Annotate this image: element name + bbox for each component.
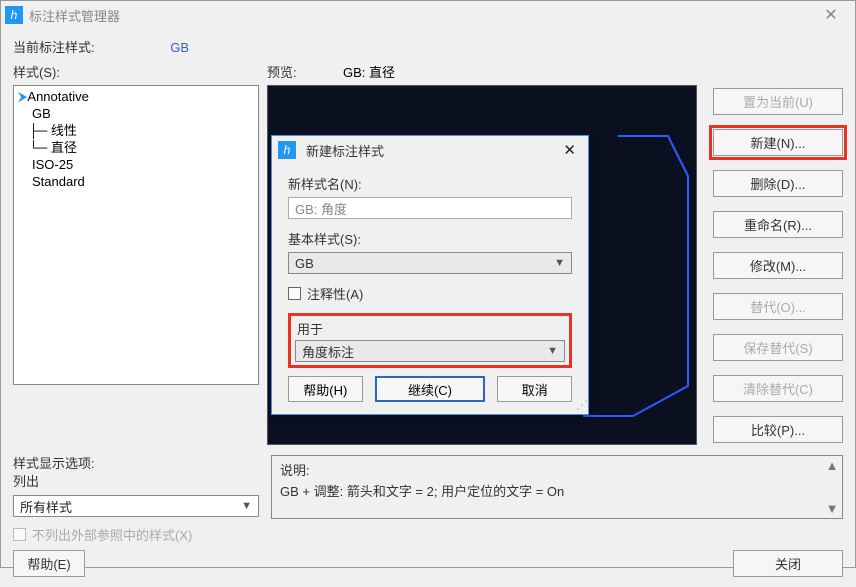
tree-item-standard[interactable]: Standard bbox=[18, 173, 254, 190]
annotative-label: 注释性(A) bbox=[307, 284, 363, 303]
highlight-used-for: 用于 角度标注 ▼ bbox=[288, 313, 572, 368]
window-title: 标注样式管理器 bbox=[29, 6, 811, 25]
dialog-title: 新建标注样式 bbox=[306, 141, 557, 160]
used-for-label: 用于 bbox=[297, 319, 563, 338]
scroll-down-icon[interactable]: ▼ bbox=[826, 501, 839, 516]
tree-item-annotative[interactable]: ⮞Annotative bbox=[18, 88, 254, 105]
titlebar: h 标注样式管理器 ✕ bbox=[1, 1, 855, 29]
description-text: GB + 调整: 箭头和文字 = 2; 用户定位的文字 = On bbox=[280, 481, 834, 500]
current-style-label: 当前标注样式: bbox=[13, 40, 95, 55]
cancel-button[interactable]: 取消 bbox=[497, 376, 572, 402]
app-icon: h bbox=[5, 6, 23, 24]
tree-item-gb[interactable]: GB bbox=[18, 105, 254, 122]
tree-item-iso25[interactable]: ISO-25 bbox=[18, 156, 254, 173]
dialog-titlebar: h 新建标注样式 ✕ bbox=[272, 136, 588, 164]
compare-button[interactable]: 比较(P)... bbox=[713, 416, 843, 443]
description-panel: 说明: GB + 调整: 箭头和文字 = 2; 用户定位的文字 = On ▲ ▼ bbox=[271, 455, 843, 519]
base-style-combo[interactable]: GB ▼ bbox=[288, 252, 572, 274]
styles-tree[interactable]: ⮞Annotative GB ├─ 线性 └─ 直径 ISO-25 Standa… bbox=[13, 85, 259, 385]
close-icon[interactable]: ✕ bbox=[811, 5, 851, 25]
new-name-input[interactable]: GB: 角度 bbox=[288, 197, 572, 219]
set-current-button[interactable]: 置为当前(U) bbox=[713, 88, 843, 115]
preview-label: 预览: bbox=[267, 62, 327, 81]
xref-checkbox-label: 不列出外部参照中的样式(X) bbox=[32, 525, 192, 544]
rename-button[interactable]: 重命名(R)... bbox=[713, 211, 843, 238]
resize-grip-icon[interactable]: ⋰ bbox=[576, 398, 586, 412]
override-button[interactable]: 替代(O)... bbox=[713, 293, 843, 320]
tree-item-gb-linear[interactable]: ├─ 线性 bbox=[18, 122, 254, 139]
new-name-label: 新样式名(N): bbox=[288, 174, 572, 193]
dimstyle-manager-window: h 标注样式管理器 ✕ 当前标注样式: GB 样式(S): ⮞Annotativ… bbox=[0, 0, 856, 568]
tree-item-gb-diameter[interactable]: └─ 直径 bbox=[18, 139, 254, 156]
modify-button[interactable]: 修改(M)... bbox=[713, 252, 843, 279]
chevron-down-icon: ▼ bbox=[241, 500, 252, 512]
close-button[interactable]: 关闭 bbox=[733, 550, 843, 577]
description-scroll[interactable]: ▲ ▼ bbox=[824, 458, 840, 516]
clear-override-button[interactable]: 清除替代(C) bbox=[713, 375, 843, 402]
list-filter-value: 所有样式 bbox=[20, 497, 72, 516]
annotative-checkbox[interactable] bbox=[288, 287, 301, 300]
used-for-value: 角度标注 bbox=[302, 342, 354, 361]
display-options: 样式显示选项: 列出 所有样式 ▼ 不列出外部参照中的样式(X) bbox=[13, 455, 259, 544]
base-style-value: GB bbox=[295, 256, 314, 271]
current-style-value: GB bbox=[170, 40, 189, 55]
continue-button[interactable]: 继续(C) bbox=[375, 376, 486, 402]
xref-checkbox[interactable] bbox=[13, 528, 26, 541]
save-override-button[interactable]: 保存替代(S) bbox=[713, 334, 843, 361]
app-icon: h bbox=[278, 141, 296, 159]
preview-value: GB: 直径 bbox=[343, 62, 395, 81]
scroll-up-icon[interactable]: ▲ bbox=[826, 458, 839, 473]
side-buttons: 置为当前(U) 新建(N)... 删除(D)... 重命名(R)... 修改(M… bbox=[713, 62, 843, 445]
base-style-label: 基本样式(S): bbox=[288, 229, 572, 248]
preview-shape-icon bbox=[578, 126, 698, 446]
list-filter-combo[interactable]: 所有样式 ▼ bbox=[13, 495, 259, 517]
preview-header: 预览: GB: 直径 bbox=[267, 62, 705, 81]
current-style-row: 当前标注样式: GB bbox=[13, 37, 843, 56]
new-button[interactable]: 新建(N)... bbox=[713, 129, 843, 156]
list-label: 列出 bbox=[13, 473, 259, 491]
delete-button[interactable]: 删除(D)... bbox=[713, 170, 843, 197]
new-dimstyle-dialog: h 新建标注样式 ✕ 新样式名(N): GB: 角度 基本样式(S): GB ▼… bbox=[271, 135, 589, 415]
styles-label: 样式(S): bbox=[13, 62, 259, 81]
help-button[interactable]: 帮助(E) bbox=[13, 550, 85, 577]
display-options-label: 样式显示选项: bbox=[13, 455, 259, 473]
chevron-down-icon: ▼ bbox=[547, 345, 558, 357]
used-for-combo[interactable]: 角度标注 ▼ bbox=[295, 340, 565, 362]
description-label: 说明: bbox=[280, 460, 834, 479]
dialog-help-button[interactable]: 帮助(H) bbox=[288, 376, 363, 402]
dialog-close-icon[interactable]: ✕ bbox=[557, 141, 582, 159]
chevron-down-icon: ▼ bbox=[554, 257, 565, 269]
